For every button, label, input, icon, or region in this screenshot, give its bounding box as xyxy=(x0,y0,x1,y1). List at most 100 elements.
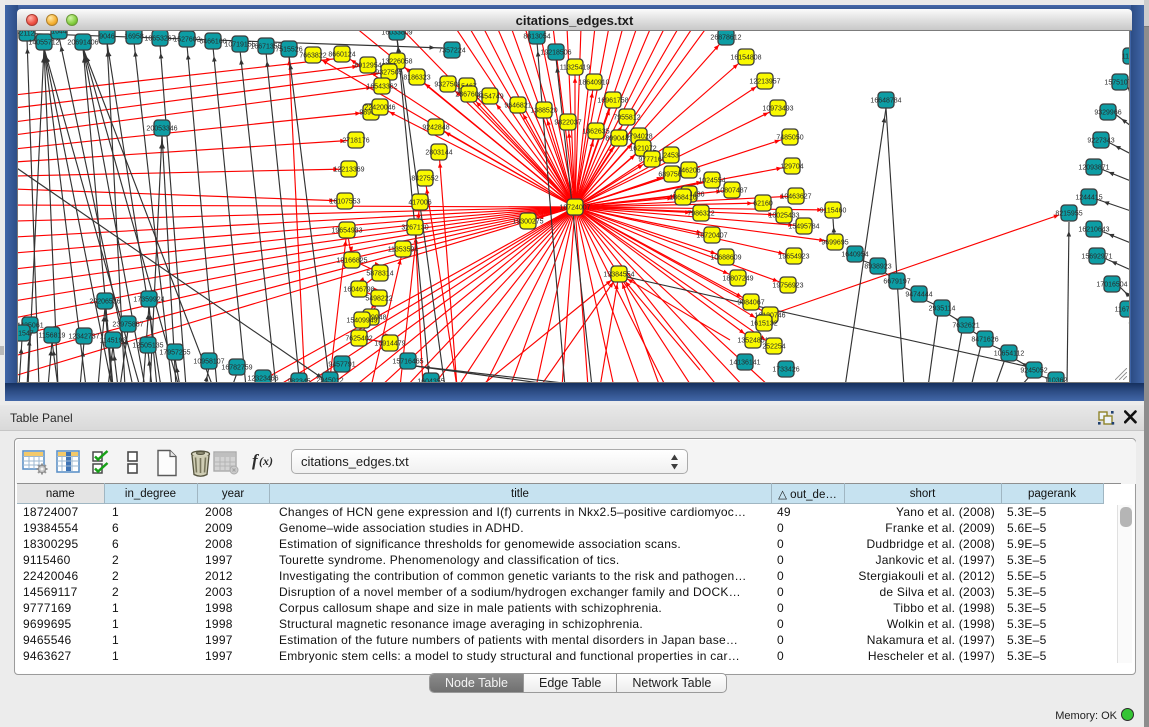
svg-text:8215955: 8215955 xyxy=(1055,210,1082,217)
svg-text:16107553: 16107553 xyxy=(329,198,360,205)
svg-text:10653267: 10653267 xyxy=(144,35,175,42)
svg-text:1167536: 1167536 xyxy=(1115,306,1130,313)
svg-text:982345: 982345 xyxy=(287,378,310,383)
svg-text:11353594: 11353594 xyxy=(388,246,419,253)
svg-text:7986322: 7986322 xyxy=(687,210,714,217)
svg-text:417006: 417006 xyxy=(408,199,431,206)
svg-text:16648784: 16648784 xyxy=(870,97,901,104)
svg-text:62160: 62160 xyxy=(753,200,773,207)
svg-text:9474444: 9474444 xyxy=(905,291,932,298)
svg-text:1527602: 1527602 xyxy=(173,36,200,43)
svg-text:8186323: 8186323 xyxy=(403,74,430,81)
svg-text:9327505: 9327505 xyxy=(375,69,402,76)
svg-text:18807249: 18807249 xyxy=(722,275,753,282)
svg-text:7663822: 7663822 xyxy=(299,52,326,59)
svg-text:26878612: 26878612 xyxy=(710,34,741,41)
svg-text:10463627: 10463627 xyxy=(780,193,811,200)
svg-text:110362: 110362 xyxy=(1045,377,1068,383)
svg-text:1244415: 1244415 xyxy=(1075,194,1102,201)
svg-text:9329966: 9329966 xyxy=(1094,109,1121,116)
svg-text:22420046: 22420046 xyxy=(364,104,395,111)
svg-text:1733426: 1733426 xyxy=(772,366,799,373)
svg-text:5498222: 5498222 xyxy=(365,295,392,302)
svg-text:10688609: 10688609 xyxy=(710,254,741,261)
svg-text:17016504: 17016504 xyxy=(1096,281,1127,288)
svg-text:20053346: 20053346 xyxy=(146,125,177,132)
svg-text:20691406: 20691406 xyxy=(67,39,98,46)
svg-text:18724007: 18724007 xyxy=(559,204,590,211)
svg-text:1868416: 1868416 xyxy=(669,194,696,201)
svg-text:9084067: 9084067 xyxy=(737,299,764,306)
svg-text:16914479: 16914479 xyxy=(374,340,405,347)
svg-text:16046798: 16046798 xyxy=(343,286,374,293)
svg-text:1640954: 1640954 xyxy=(841,251,868,258)
svg-text:14055712: 14055712 xyxy=(28,39,59,46)
svg-text:17359924: 17359924 xyxy=(133,296,164,303)
svg-text:1604355: 1604355 xyxy=(417,378,444,383)
svg-text:7485050: 7485050 xyxy=(776,134,803,141)
svg-text:2112: 2112 xyxy=(19,31,34,37)
svg-text:6794028: 6794028 xyxy=(625,133,652,140)
svg-text:9646821: 9646821 xyxy=(504,102,531,109)
svg-text:18640910: 18640910 xyxy=(578,79,609,86)
svg-text:9699695: 9699695 xyxy=(821,239,848,246)
svg-text:15692971: 15692971 xyxy=(1081,253,1112,260)
svg-text:8813054: 8813054 xyxy=(523,33,550,40)
svg-text:19654933: 19654933 xyxy=(331,227,362,234)
svg-text:6466160: 6466160 xyxy=(199,38,226,45)
svg-text:9046: 9046 xyxy=(99,33,115,40)
svg-text:15751074: 15751074 xyxy=(1104,79,1130,86)
svg-text:9245052: 9245052 xyxy=(1020,367,1047,374)
svg-text:2718176: 2718176 xyxy=(342,137,369,144)
svg-text:7625402: 7625402 xyxy=(345,335,372,342)
svg-text:9777169: 9777169 xyxy=(638,156,665,163)
svg-text:7955812: 7955812 xyxy=(613,114,640,121)
svg-text:2453: 2453 xyxy=(663,152,679,159)
svg-text:16033809: 16033809 xyxy=(381,31,412,36)
svg-text:19166825: 19166825 xyxy=(336,257,367,264)
svg-text:9227343: 9227343 xyxy=(1087,137,1114,144)
svg-text:5878314: 5878314 xyxy=(366,270,393,277)
svg-text:12093871: 12093871 xyxy=(1078,164,1109,171)
svg-text:129704: 129704 xyxy=(780,163,803,170)
svg-text:7632621: 7632621 xyxy=(952,322,979,329)
svg-text:1644: 1644 xyxy=(51,31,67,35)
svg-text:16543362: 16543362 xyxy=(366,83,397,90)
svg-text:11123: 11123 xyxy=(1122,53,1130,60)
svg-text:15409949: 15409949 xyxy=(346,317,377,324)
svg-text:10958107: 10958107 xyxy=(193,358,224,365)
svg-text:2945012: 2945012 xyxy=(316,377,343,383)
svg-text:19300275: 19300275 xyxy=(512,218,543,225)
svg-text:15495784: 15495784 xyxy=(788,223,819,230)
svg-text:8471626: 8471626 xyxy=(971,336,998,343)
svg-text:12213957: 12213957 xyxy=(749,78,780,85)
svg-text:10025433: 10025433 xyxy=(768,212,799,219)
svg-text:12505135: 12505135 xyxy=(132,342,163,349)
svg-text:15716465: 15716465 xyxy=(392,358,423,365)
svg-text:1156819: 1156819 xyxy=(39,332,66,339)
svg-text:16154808: 16154808 xyxy=(730,54,761,61)
svg-text:391547: 391547 xyxy=(18,330,34,337)
svg-text:12323466: 12323466 xyxy=(247,375,278,382)
svg-text:9115460: 9115460 xyxy=(820,207,847,214)
svg-text:19218506: 19218506 xyxy=(540,49,571,56)
svg-text:8427552: 8427552 xyxy=(411,175,438,182)
svg-text:11325419: 11325419 xyxy=(560,64,591,71)
svg-text:1145193: 1145193 xyxy=(100,337,127,344)
svg-text:18720407: 18720407 xyxy=(696,232,727,239)
svg-text:9822037: 9822037 xyxy=(554,119,581,126)
svg-text:8454749: 8454749 xyxy=(476,93,503,100)
svg-text:16210643: 16210643 xyxy=(1078,226,1109,233)
svg-text:16958: 16958 xyxy=(124,33,144,40)
svg-text:3267130: 3267130 xyxy=(401,224,428,231)
svg-text:1024554: 1024554 xyxy=(698,177,725,184)
svg-text:6679197: 6679197 xyxy=(883,278,910,285)
svg-text:252254: 252254 xyxy=(762,343,785,350)
svg-text:1615132: 1615132 xyxy=(750,320,777,327)
svg-text:(x): (x) xyxy=(259,454,273,468)
svg-text:2803144: 2803144 xyxy=(425,149,452,156)
svg-text:23975867: 23975867 xyxy=(112,321,143,328)
svg-text:12342737: 12342737 xyxy=(68,333,99,340)
svg-text:746206: 746206 xyxy=(677,167,700,174)
svg-text:2935114: 2935114 xyxy=(929,305,956,312)
